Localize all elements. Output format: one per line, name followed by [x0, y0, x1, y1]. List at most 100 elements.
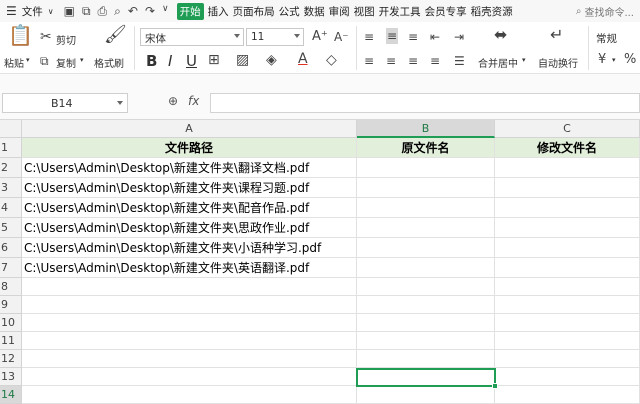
row-header[interactable]: 3 [0, 178, 22, 198]
tab-home[interactable]: 开始 [176, 2, 204, 20]
italic-icon[interactable]: I [168, 52, 172, 70]
copy-button[interactable]: 复制 [56, 55, 76, 70]
align-middle-icon[interactable]: ≡ [386, 28, 399, 44]
empty-cell[interactable] [22, 368, 357, 386]
empty-cell[interactable] [495, 198, 640, 218]
fx-button[interactable]: fx [188, 94, 199, 108]
tab-review[interactable]: 审阅 [327, 4, 352, 19]
empty-cell[interactable] [357, 386, 495, 404]
empty-cell[interactable] [495, 368, 640, 386]
merge-center-icon[interactable]: ⬌ [494, 27, 507, 43]
align-left-icon[interactable]: ≡ [364, 54, 374, 68]
paste-icon[interactable]: 📋 [8, 25, 33, 45]
empty-cell[interactable] [495, 296, 640, 314]
row-header[interactable]: 8 [0, 278, 22, 296]
tab-view[interactable]: 视图 [352, 4, 377, 19]
underline-icon[interactable]: U [186, 52, 197, 70]
empty-cell[interactable] [22, 314, 357, 332]
empty-cell[interactable] [22, 386, 357, 404]
increase-indent-icon[interactable]: ⇥ [454, 30, 464, 44]
formula-input[interactable] [210, 93, 640, 113]
path-cell[interactable]: C:\Users\Admin\Desktop\新建文件夹\小语种学习.pdf [22, 238, 357, 258]
path-cell[interactable]: C:\Users\Admin\Desktop\新建文件夹\思政作业.pdf [22, 218, 357, 238]
empty-cell[interactable] [357, 218, 495, 238]
row-header[interactable]: 13 [0, 368, 22, 386]
undo-icon[interactable]: ↶ [128, 4, 138, 19]
tab-formulas[interactable]: 公式 [277, 4, 302, 19]
empty-cell[interactable] [357, 332, 495, 350]
empty-cell[interactable] [357, 296, 495, 314]
row-header[interactable]: 10 [0, 314, 22, 332]
selected-cell-b14[interactable] [356, 368, 498, 389]
empty-cell[interactable] [357, 158, 495, 178]
empty-cell[interactable] [22, 332, 357, 350]
empty-cell[interactable] [495, 238, 640, 258]
path-cell[interactable]: C:\Users\Admin\Desktop\新建文件夹\翻译文档.pdf [22, 158, 357, 178]
empty-cell[interactable] [495, 386, 640, 404]
header-cell[interactable]: 文件路径 [22, 138, 357, 158]
cut-button[interactable]: 剪切 [56, 32, 76, 47]
empty-cell[interactable] [357, 314, 495, 332]
bold-icon[interactable]: B [146, 52, 157, 70]
wrap-text-icon[interactable]: ↵ [550, 27, 563, 43]
empty-cell[interactable] [495, 218, 640, 238]
empty-cell[interactable] [22, 278, 357, 296]
empty-cell[interactable] [495, 278, 640, 296]
row-header[interactable]: 9 [0, 296, 22, 314]
row-header[interactable]: 5 [0, 218, 22, 238]
empty-cell[interactable] [495, 350, 640, 368]
empty-cell[interactable] [495, 178, 640, 198]
merge-center-button[interactable]: 合并居中 [478, 55, 518, 70]
eraser-icon[interactable]: ◇ [326, 53, 337, 67]
select-all-corner[interactable] [0, 120, 22, 138]
copy-dropdown-icon[interactable]: ▾ [80, 56, 84, 64]
empty-cell[interactable] [22, 296, 357, 314]
empty-cell[interactable] [495, 158, 640, 178]
file-menu[interactable]: ☰ 文件 ∨ [6, 4, 54, 19]
empty-cell[interactable] [357, 278, 495, 296]
row-header[interactable]: 12 [0, 350, 22, 368]
paste-button[interactable]: 粘贴 [4, 55, 24, 70]
export-icon[interactable]: ⧉ [82, 4, 91, 19]
header-cell[interactable]: 修改文件名 [495, 138, 640, 158]
column-header-c[interactable]: C [495, 120, 640, 138]
command-search[interactable]: ⌕ 查找命令... [576, 4, 634, 19]
number-format-select[interactable]: 常规 [596, 31, 617, 46]
tab-docer-resources[interactable]: 稻壳资源 [469, 4, 515, 19]
currency-dropdown-icon[interactable]: ▾ [612, 56, 616, 64]
column-header-b[interactable]: B [357, 120, 495, 138]
empty-cell[interactable] [357, 258, 495, 278]
tab-page-layout[interactable]: 页面布局 [231, 4, 277, 19]
more-icon[interactable]: ∨ [162, 4, 169, 19]
wrap-text-button[interactable]: 自动换行 [538, 55, 578, 70]
row-header[interactable]: 6 [0, 238, 22, 258]
empty-cell[interactable] [22, 350, 357, 368]
align-bottom-icon[interactable]: ≡ [408, 30, 418, 44]
print-icon[interactable]: ⎙ [98, 4, 108, 19]
empty-cell[interactable] [357, 238, 495, 258]
tab-member[interactable]: 会员专享 [423, 4, 469, 19]
copy-icon[interactable]: ⧉ [40, 54, 49, 68]
format-painter-button[interactable]: 格式刷 [94, 55, 124, 70]
empty-cell[interactable] [357, 198, 495, 218]
empty-cell[interactable] [495, 332, 640, 350]
currency-icon[interactable]: ¥ [598, 53, 606, 67]
row-header[interactable]: 4 [0, 198, 22, 218]
save-icon[interactable]: ▣ [64, 4, 75, 19]
empty-cell[interactable] [357, 350, 495, 368]
font-name-select[interactable]: 宋体 [140, 28, 244, 46]
decrease-font-icon[interactable]: A⁻ [334, 30, 349, 44]
tab-data[interactable]: 数据 [302, 4, 327, 19]
fill-color-icon[interactable]: ◈ [266, 53, 277, 67]
zoom-icon[interactable]: ⊕ [168, 94, 178, 108]
print-preview-icon[interactable]: ⌕ [114, 4, 121, 19]
merge-dropdown-icon[interactable]: ▾ [522, 56, 526, 64]
tab-insert[interactable]: 插入 [206, 4, 231, 19]
empty-cell[interactable] [495, 314, 640, 332]
scissors-icon[interactable]: ✂ [40, 30, 52, 44]
fill-pattern-icon[interactable]: ▨ [236, 53, 249, 67]
distribute-icon[interactable]: ☰ [454, 54, 465, 68]
path-cell[interactable]: C:\Users\Admin\Desktop\新建文件夹\配音作品.pdf [22, 198, 357, 218]
empty-cell[interactable] [357, 178, 495, 198]
row-header[interactable]: 11 [0, 332, 22, 350]
